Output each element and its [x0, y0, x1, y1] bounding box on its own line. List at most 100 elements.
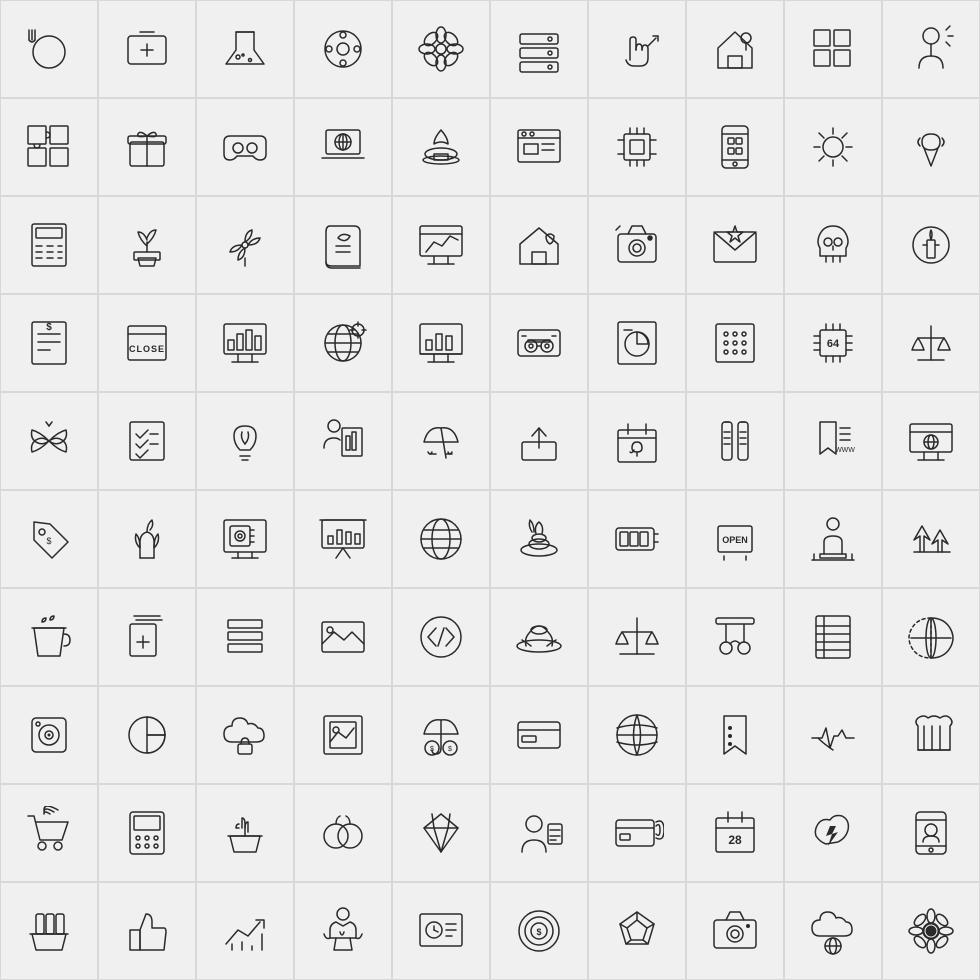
svg-text:64: 64 [827, 338, 840, 350]
icon-cell-plant-pot [98, 196, 196, 294]
icon-cell-growth-arrow [196, 882, 294, 980]
icon-cell-thumbs-up [98, 882, 196, 980]
icon-cell-speaker [0, 686, 98, 784]
icon-cell-hand-lightning [784, 784, 882, 882]
icon-cell-chart-presentation [294, 490, 392, 588]
icon-cell-umbrella-money: $$ [392, 686, 490, 784]
icon-cell-pinwheel [196, 196, 294, 294]
icon-cell-monitor-stats [196, 294, 294, 392]
icon-cell-globe-screen [882, 392, 980, 490]
icon-cell-fruits [294, 784, 392, 882]
icon-cell-cloud-globe [784, 882, 882, 980]
icon-cell-battery-gauge [588, 490, 686, 588]
icon-cell-house-pin [686, 0, 784, 98]
icon-grid: $ CLOSE 64 [0, 0, 980, 980]
icon-cell-person-strength [294, 882, 392, 980]
icon-cell-stacked-layers [196, 588, 294, 686]
icon-cell-price-tag: $ [0, 490, 98, 588]
icon-cell-landscape-image [294, 588, 392, 686]
icon-cell-file-stack-plus [98, 588, 196, 686]
icon-cell-upload-box [490, 392, 588, 490]
svg-text:CLOSE: CLOSE [129, 344, 165, 354]
icon-cell-plant-water [98, 490, 196, 588]
svg-text:$: $ [430, 746, 434, 753]
icon-cell-basketball [588, 686, 686, 784]
icon-cell-camera-flash [588, 196, 686, 294]
icon-cell-bread-loaf [882, 686, 980, 784]
icon-cell-online-payment [588, 784, 686, 882]
icon-cell-close-sign: CLOSE [98, 294, 196, 392]
icon-cell-first-aid-kit [98, 0, 196, 98]
icon-cell-pos-calculator [98, 784, 196, 882]
icon-cell-phone-profile [882, 784, 980, 882]
icon-cell-chemistry-flask [196, 0, 294, 98]
icon-cell-person-idea [882, 0, 980, 98]
svg-text:$: $ [46, 536, 51, 546]
icon-cell-world-half [882, 588, 980, 686]
icon-cell-beach-umbrella [392, 392, 490, 490]
icon-cell-cpu-chip: 64 [784, 294, 882, 392]
icon-cell-pie-chart-circle [98, 686, 196, 784]
icon-cell-ice-cream [882, 98, 980, 196]
icon-cell-checklist [98, 392, 196, 490]
icon-cell-radar-chart [588, 882, 686, 980]
icon-cell-calculator [0, 196, 98, 294]
svg-text:$: $ [448, 746, 452, 753]
svg-text:OPEN: OPEN [722, 535, 748, 545]
icon-cell-bookmark-dots [686, 686, 784, 784]
icon-cell-laptop-globe [294, 98, 392, 196]
icon-cell-puzzle [0, 98, 98, 196]
icon-cell-sunflower [882, 882, 980, 980]
icon-cell-gift-box [98, 98, 196, 196]
icon-cell-fountain [392, 98, 490, 196]
icon-cell-shopping-cart-wifi [0, 784, 98, 882]
icon-cell-envelope-star [686, 196, 784, 294]
icon-cell-hand-gesture [588, 0, 686, 98]
icon-cell-house-tag [490, 196, 588, 294]
icon-cell-candle-ritual [882, 196, 980, 294]
icon-cell-person-card [490, 784, 588, 882]
icon-cell-spa-stones [490, 490, 588, 588]
icon-cell-cloud-lock [196, 686, 294, 784]
icon-cell-podium-person [784, 490, 882, 588]
icon-cell-justice-scale [588, 588, 686, 686]
svg-text:28: 28 [728, 833, 742, 847]
icon-cell-pendulum [686, 588, 784, 686]
icon-cell-bar-chart-screen [392, 294, 490, 392]
icon-cell-skull [784, 196, 882, 294]
icon-cell-coffee-cup [0, 588, 98, 686]
icon-cell-keypad [686, 294, 784, 392]
icon-cell-flower [392, 0, 490, 98]
icon-cell-pie-chart-doc [588, 294, 686, 392]
icon-cell-basket-cactus [196, 784, 294, 882]
icon-cell-clock-board [392, 882, 490, 980]
icon-cell-battery-tubes [686, 392, 784, 490]
svg-text:WWW: WWW [835, 447, 855, 454]
icon-cell-lightbulb-plant [196, 392, 294, 490]
icon-cell-butterfly [0, 392, 98, 490]
icon-cell-monitor-chart [392, 196, 490, 294]
icon-cell-camera-digital [686, 882, 784, 980]
icon-cell-bookmarks-www: WWW [784, 392, 882, 490]
icon-cell-circuit-board [588, 98, 686, 196]
icon-cell-calendar-28: 28 [686, 784, 784, 882]
svg-text:$: $ [536, 927, 541, 937]
icon-cell-framed-picture [294, 686, 392, 784]
icon-cell-sun [784, 98, 882, 196]
icon-cell-globe-circle [392, 490, 490, 588]
icon-cell-dollar-document: $ [0, 294, 98, 392]
icon-cell-notebook-lines [784, 588, 882, 686]
icon-cell-server-stack [490, 0, 588, 98]
icon-cell-person-chart [294, 392, 392, 490]
icon-cell-dollar-target: $ [490, 882, 588, 980]
icon-cell-vr-headset [196, 98, 294, 196]
icon-cell-open-sign: OPEN [686, 490, 784, 588]
icon-cell-dinner-plate [0, 0, 98, 98]
icon-cell-rabbit-calendar [588, 392, 686, 490]
icon-cell-heartbeat [784, 686, 882, 784]
svg-text:$: $ [46, 322, 52, 333]
icon-cell-credit-card [490, 686, 588, 784]
icon-cell-forest-spa [882, 490, 980, 588]
icon-cell-scroll-leaf [294, 196, 392, 294]
icon-cell-browser-window [490, 98, 588, 196]
